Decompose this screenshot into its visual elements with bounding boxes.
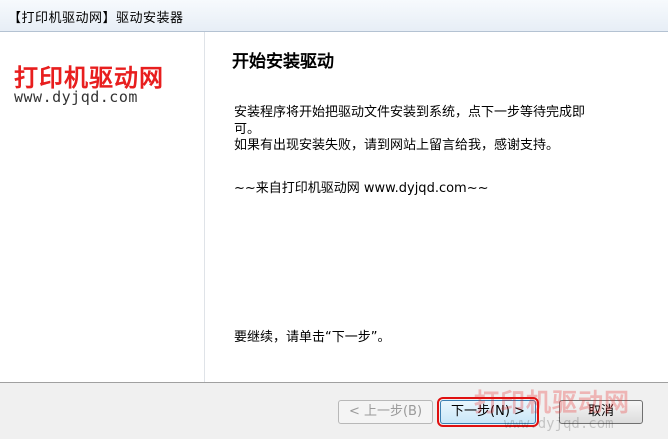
button-bar: < 上一步(B) 下一步(N) > 取消 [0,382,668,439]
instruction-text: 安装程序将开始把驱动文件安装到系统，点下一步等待完成即可。 [234,105,586,137]
continue-text: 要继续，请单击“下一步”。 [234,330,391,345]
next-button[interactable]: 下一步(N) > [437,397,539,427]
back-button[interactable]: < 上一步(B) [338,400,433,424]
logo-url: www.dyjqd.com [14,88,138,106]
cancel-button[interactable]: 取消 [559,400,643,424]
window-title: 【打印机驱动网】驱动安装器 [8,11,184,26]
page-title: 开始安装驱动 [232,52,334,72]
title-bar[interactable]: 【打印机驱动网】驱动安装器 [0,0,668,32]
wizard-content: 开始安装驱动 安装程序将开始把驱动文件安装到系统，点下一步等待完成即可。 如果有… [206,32,668,382]
left-banner-panel: 打印机驱动网 www.dyjqd.com [0,32,205,382]
failure-note-text: 如果有出现安装失败，请到网站上留言给我，感谢支持。 [234,138,560,153]
site-logo: 打印机驱动网 www.dyjqd.com [10,58,200,108]
source-text: ~~来自打印机驱动网 www.dyjqd.com~~ [234,181,489,196]
installer-window: 【打印机驱动网】驱动安装器 打印机驱动网 www.dyjqd.com 开始安装驱… [0,0,668,439]
